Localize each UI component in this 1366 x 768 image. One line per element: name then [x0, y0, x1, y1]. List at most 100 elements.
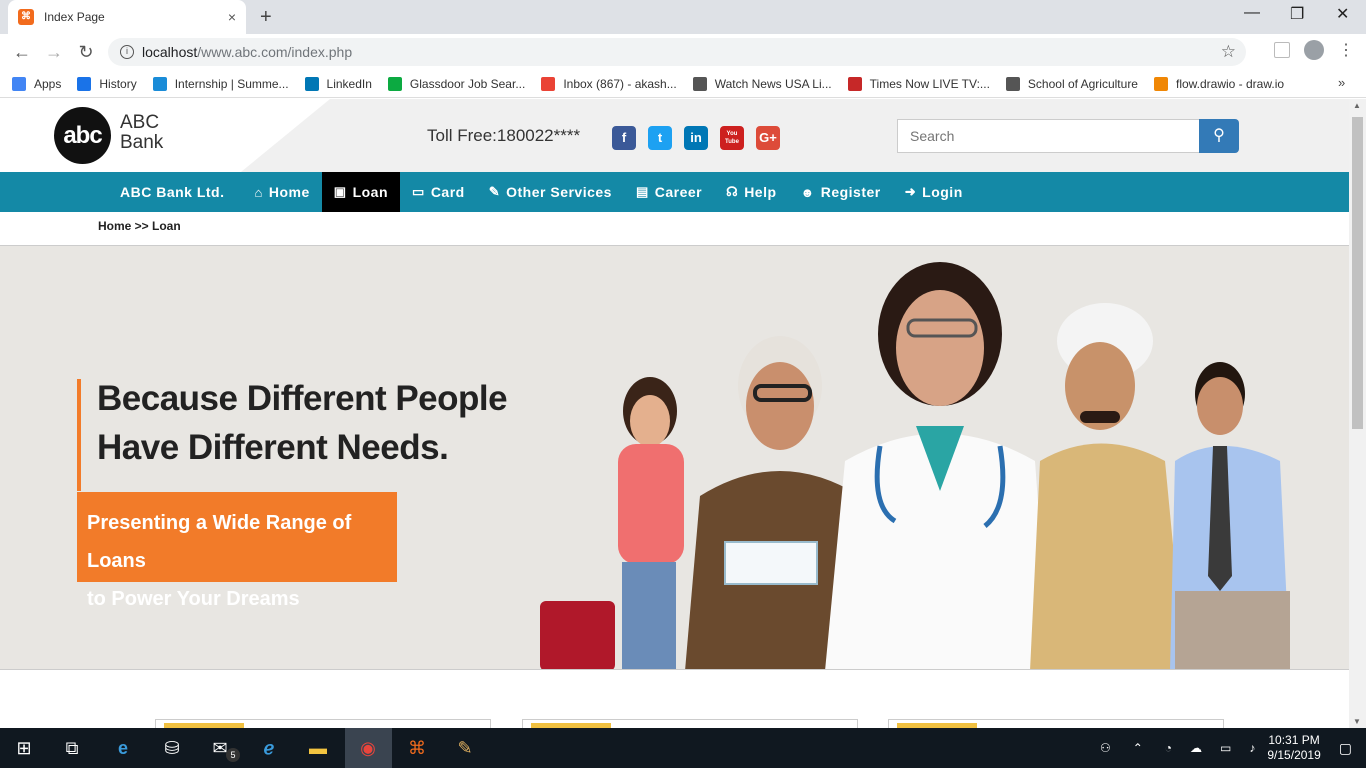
mail-badge: 5: [226, 748, 240, 762]
nav-label: Home: [268, 184, 310, 200]
logo-text[interactable]: ABC Bank: [120, 113, 163, 153]
bookmarks-bar: Apps History Internship | Summe... LinkedIn…: [0, 70, 1366, 98]
globe-icon: [1005, 76, 1020, 91]
hero-people-illustration: [540, 262, 1290, 669]
header-logo-background: [0, 99, 330, 172]
nav-home[interactable]: ⌂ Home: [243, 172, 322, 212]
register-icon: ☻: [800, 184, 815, 200]
extension-icon[interactable]: [1274, 42, 1290, 58]
login-icon: ➜: [904, 184, 917, 199]
battery-icon[interactable]: ▭: [1220, 741, 1231, 755]
window-close-icon[interactable]: ✕: [1336, 4, 1349, 24]
hero-headline-line-1: Because Different People: [97, 379, 508, 418]
abc-logo-icon[interactable]: abc: [54, 107, 111, 164]
nav-other-services[interactable]: ✎ Other Services: [477, 172, 624, 212]
system-tray: ⚇ ⌃ ◔ ☁ ▭ ♪ 10:31 PM 9/15/2019 ▢: [1100, 728, 1366, 768]
notifications-icon[interactable]: ▢: [1339, 740, 1352, 757]
home-icon: ⌂: [254, 184, 263, 200]
linkedin-icon[interactable]: in: [684, 126, 708, 150]
nav-brand[interactable]: ABC Bank Ltd.: [108, 172, 237, 212]
nav-label: Card: [430, 184, 465, 200]
breadcrumb: Home >> Loan: [98, 219, 181, 233]
profile-avatar-icon[interactable]: [1304, 40, 1324, 60]
url-host: localhost: [142, 44, 198, 60]
tab-close-icon[interactable]: ×: [228, 9, 236, 25]
scrollbar-thumb[interactable]: [1352, 117, 1363, 429]
apps-grid-icon: [12, 76, 26, 91]
maximize-icon[interactable]: ❐: [1290, 4, 1304, 24]
internshala-icon: [152, 76, 167, 91]
bookmark-label: flow.drawio - draw.io: [1175, 76, 1285, 91]
bookmarks-overflow-icon[interactable]: »: [1338, 75, 1345, 90]
tray-chevron-icon[interactable]: ⌃: [1133, 741, 1143, 755]
xampp-icon[interactable]: ⌘: [405, 736, 429, 760]
nav-card[interactable]: ▭ Card: [400, 172, 477, 212]
bookmark-item[interactable]: LinkedIn: [304, 76, 372, 91]
xampp-favicon-icon: ⌘: [18, 9, 34, 25]
hero-headline: Because Different People Have Different …: [97, 374, 508, 472]
back-icon[interactable]: ←: [6, 42, 38, 63]
minimize-icon[interactable]: —: [1244, 4, 1260, 22]
search-button[interactable]: ⚲: [1199, 119, 1239, 153]
search-icon: ⚲: [1213, 127, 1225, 144]
internet-explorer-icon[interactable]: ℯ: [257, 736, 281, 760]
windows-start-icon[interactable]: ⊞: [12, 736, 36, 760]
facebook-icon[interactable]: f: [612, 126, 636, 150]
tab-title: Index Page: [44, 10, 105, 24]
hero-tagline-line-2: to Power Your Dreams: [87, 588, 300, 610]
vertical-scrollbar[interactable]: ▲ ▼: [1349, 99, 1366, 728]
bookmark-item[interactable]: Inbox (867) - akash...: [541, 76, 677, 91]
bookmark-item[interactable]: Glassdoor Job Sear...: [387, 76, 525, 91]
twitter-icon[interactable]: t: [648, 126, 672, 150]
nav-career[interactable]: ▤ Career: [624, 172, 714, 212]
chrome-icon[interactable]: ◉: [356, 736, 380, 760]
scroll-down-icon[interactable]: ▼: [1353, 717, 1361, 726]
url-input[interactable]: i localhost/www.abc.com/index.php ☆: [108, 38, 1246, 66]
forward-icon[interactable]: →: [38, 42, 70, 63]
youtube-icon[interactable]: You Tube: [720, 126, 744, 150]
bookmark-item[interactable]: School of Agriculture: [1005, 76, 1138, 91]
bookmark-item[interactable]: Apps: [12, 76, 61, 91]
nav-help[interactable]: ☊ Help: [714, 172, 788, 212]
bookmark-label: History: [99, 76, 137, 91]
site-info-icon[interactable]: i: [120, 45, 134, 59]
bookmark-item[interactable]: Internship | Summe...: [152, 76, 289, 91]
times-now-icon: [847, 76, 862, 91]
loan-card[interactable]: [888, 719, 1224, 728]
nav-loan[interactable]: ▣ Loan: [321, 172, 401, 212]
people-icon[interactable]: ⚇: [1100, 741, 1111, 755]
loan-card[interactable]: [155, 719, 491, 728]
nav-login[interactable]: ➜ Login: [893, 172, 975, 212]
network-warning-icon[interactable]: ☁: [1190, 741, 1202, 755]
menu-kebab-icon[interactable]: ⋮: [1338, 40, 1354, 60]
wifi-icon[interactable]: ◔: [1165, 741, 1172, 755]
bookmark-item[interactable]: History: [77, 76, 137, 91]
reload-icon[interactable]: ↻: [70, 42, 102, 63]
globe-icon: [692, 76, 707, 91]
taskbar-clock[interactable]: 10:31 PM 9/15/2019: [1267, 733, 1320, 763]
task-view-icon[interactable]: ⧉: [60, 736, 84, 760]
nav-label: Other Services: [506, 184, 612, 200]
loan-card[interactable]: [522, 719, 858, 728]
bookmark-item[interactable]: Times Now LIVE TV:...: [847, 76, 990, 91]
bookmark-item[interactable]: flow.drawio - draw.io: [1153, 76, 1285, 91]
scroll-up-icon[interactable]: ▲: [1353, 101, 1361, 110]
bookmark-star-icon[interactable]: ☆: [1221, 42, 1236, 62]
bookmark-label: LinkedIn: [326, 76, 372, 91]
nav-label: Career: [654, 184, 703, 200]
windows-taskbar: ⊞ ⧉ e ⛁ ✉ 5 ℯ ▬ ◉ ⌘ ✎ ⚇ ⌃ ◔ ☁ ▭ ♪ 10:31 …: [0, 728, 1366, 768]
nav-label: Login: [922, 184, 963, 200]
store-icon[interactable]: ⛁: [160, 736, 184, 760]
paint-icon[interactable]: ✎: [453, 736, 477, 760]
volume-icon[interactable]: ♪: [1249, 741, 1255, 755]
edge-browser-icon[interactable]: e: [111, 736, 135, 760]
new-tab-button[interactable]: +: [260, 6, 272, 29]
browser-tab[interactable]: ⌘ Index Page ×: [8, 0, 246, 34]
nav-register[interactable]: ☻ Register: [789, 172, 893, 212]
bookmark-item[interactable]: Watch News USA Li...: [692, 76, 832, 91]
search-input[interactable]: [897, 119, 1200, 153]
googleplus-icon[interactable]: G+: [756, 126, 780, 150]
file-explorer-icon[interactable]: ▬: [306, 736, 330, 760]
page-viewport: abc ABC Bank Toll Free:180022**** f t in Yo…: [0, 99, 1349, 728]
logo-line-1: ABC: [120, 112, 160, 133]
